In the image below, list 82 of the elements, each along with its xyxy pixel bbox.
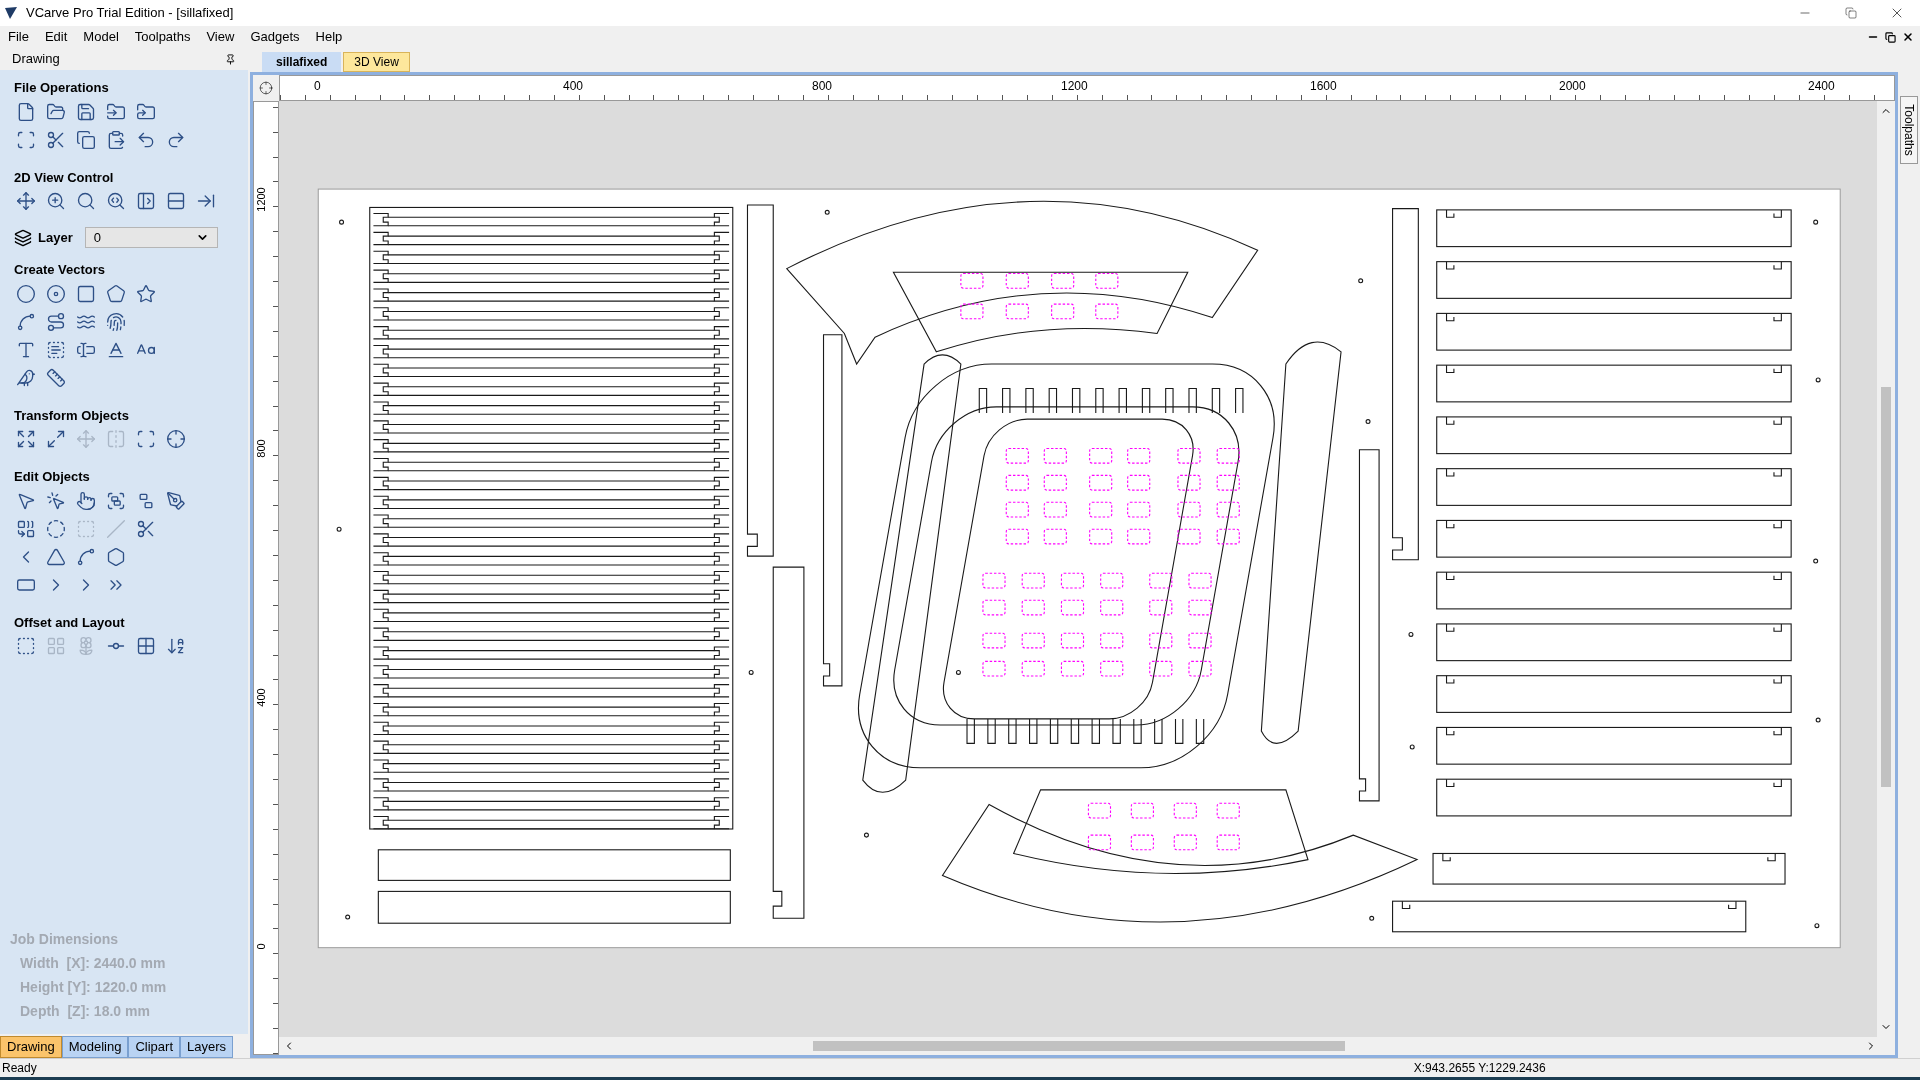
new-file-icon[interactable]: [16, 101, 36, 122]
zoom-selection-icon[interactable]: [106, 191, 126, 211]
ruler-origin-icon: [259, 81, 273, 95]
ruler-label: 400: [255, 686, 267, 709]
offset-icon[interactable]: [16, 636, 36, 656]
layer-dropdown[interactable]: 0: [84, 227, 218, 248]
window-title: VCarve Pro Trial Edition - [sillafixed]: [26, 4, 234, 23]
ruler-label: 0: [314, 78, 321, 95]
restore-icon[interactable]: [1845, 7, 1857, 19]
document-tab[interactable]: sillafixed: [262, 52, 342, 72]
menu-item[interactable]: View: [198, 26, 243, 48]
job-dimension-text: Width [X]: 2440.0 mm: [19, 954, 167, 973]
rectangle-icon[interactable]: [76, 283, 96, 304]
pan-icon[interactable]: [16, 191, 36, 211]
ruler-label: 800: [812, 78, 833, 95]
rows-icon[interactable]: [166, 191, 186, 211]
status-text: Ready: [1, 1060, 37, 1077]
panel-tab[interactable]: Modeling: [61, 1036, 129, 1058]
selection-frame-icon[interactable]: [16, 129, 36, 150]
trim-icon[interactable]: [136, 518, 156, 539]
ruler-label: 1200: [1061, 78, 1088, 95]
bird-icon[interactable]: [16, 367, 36, 388]
curve-icon[interactable]: [46, 311, 66, 332]
node-pointer-icon[interactable]: [46, 490, 66, 511]
menu-item[interactable]: Model: [75, 26, 127, 48]
layers-icon: [14, 228, 32, 247]
document-tab[interactable]: 3D View: [343, 52, 410, 72]
ruler-label: 2000: [1559, 78, 1586, 95]
section-title: Edit Objects: [14, 468, 91, 486]
section-title: File Operations: [14, 79, 110, 97]
open-folder-icon[interactable]: [46, 101, 66, 122]
job-dimensions-title: Job Dimensions: [10, 930, 120, 949]
resize-icon[interactable]: [46, 429, 66, 449]
copy-icon[interactable]: [76, 129, 96, 150]
cut-icon[interactable]: [46, 129, 66, 150]
panel-tab[interactable]: Layers: [180, 1036, 234, 1058]
polygon-icon[interactable]: [106, 283, 126, 304]
circle-icon[interactable]: [16, 283, 36, 304]
section-title: Offset and Layout: [14, 613, 126, 632]
folder-import-icon[interactable]: [106, 101, 126, 122]
doc-restore-icon[interactable]: [1885, 31, 1896, 43]
ruler-label: 400: [563, 78, 584, 95]
ruler-label: 1200: [255, 185, 267, 214]
zoom-fit-icon[interactable]: [76, 191, 96, 211]
menu-item[interactable]: Help: [307, 26, 351, 48]
side-tab[interactable]: Toolpaths: [1900, 96, 1918, 164]
save-icon[interactable]: [76, 101, 96, 122]
section-title: Create Vectors: [14, 261, 107, 279]
ruler-label: 800: [255, 437, 267, 460]
panel-tab[interactable]: Drawing: [0, 1036, 62, 1058]
pin-icon[interactable]: [225, 53, 236, 65]
polyline-icon[interactable]: [16, 311, 36, 332]
text-frame-icon[interactable]: [46, 339, 66, 360]
pen-icon[interactable]: [166, 490, 186, 511]
doc-close-icon[interactable]: [1902, 31, 1914, 43]
ruler-label: 2400: [1808, 78, 1835, 95]
section-title: 2D View Control: [14, 168, 115, 187]
menu-item[interactable]: File: [0, 26, 37, 48]
app-logo-icon: [4, 6, 18, 20]
panel-title: Drawing: [12, 50, 60, 69]
menu-item[interactable]: Gadgets: [242, 26, 308, 48]
triangle-nodes-icon[interactable]: [46, 546, 66, 567]
group-icon[interactable]: [106, 490, 126, 511]
paste-icon[interactable]: [106, 129, 126, 150]
scale-icon[interactable]: [16, 429, 36, 449]
zoom-icon[interactable]: [46, 191, 66, 211]
cursor-coordinates: X:943.2655 Y:1229.2436: [1413, 1060, 1546, 1077]
job-dimension-text: Depth [Z]: 18.0 mm: [19, 1002, 151, 1021]
ruler-label: 0: [255, 941, 267, 952]
section-title: Transform Objects: [14, 406, 130, 425]
ruler-label: 1600: [1310, 78, 1337, 95]
layer-label: Layer: [38, 228, 73, 247]
smooth-curve-icon[interactable]: [76, 546, 96, 567]
job-dimension-text: Height [Y]: 1220.0 mm: [19, 978, 168, 997]
menu-item[interactable]: Toolpaths: [126, 26, 199, 48]
star-icon[interactable]: [136, 283, 156, 304]
menu-item[interactable]: Edit: [36, 26, 76, 48]
scrollbar-thumb[interactable]: [813, 1041, 1345, 1051]
dimension-icon[interactable]: [46, 367, 66, 388]
scrollbar-thumb[interactable]: [1881, 387, 1891, 787]
panel-left-icon[interactable]: [136, 191, 156, 211]
panel-tab[interactable]: Clipart: [128, 1036, 181, 1058]
